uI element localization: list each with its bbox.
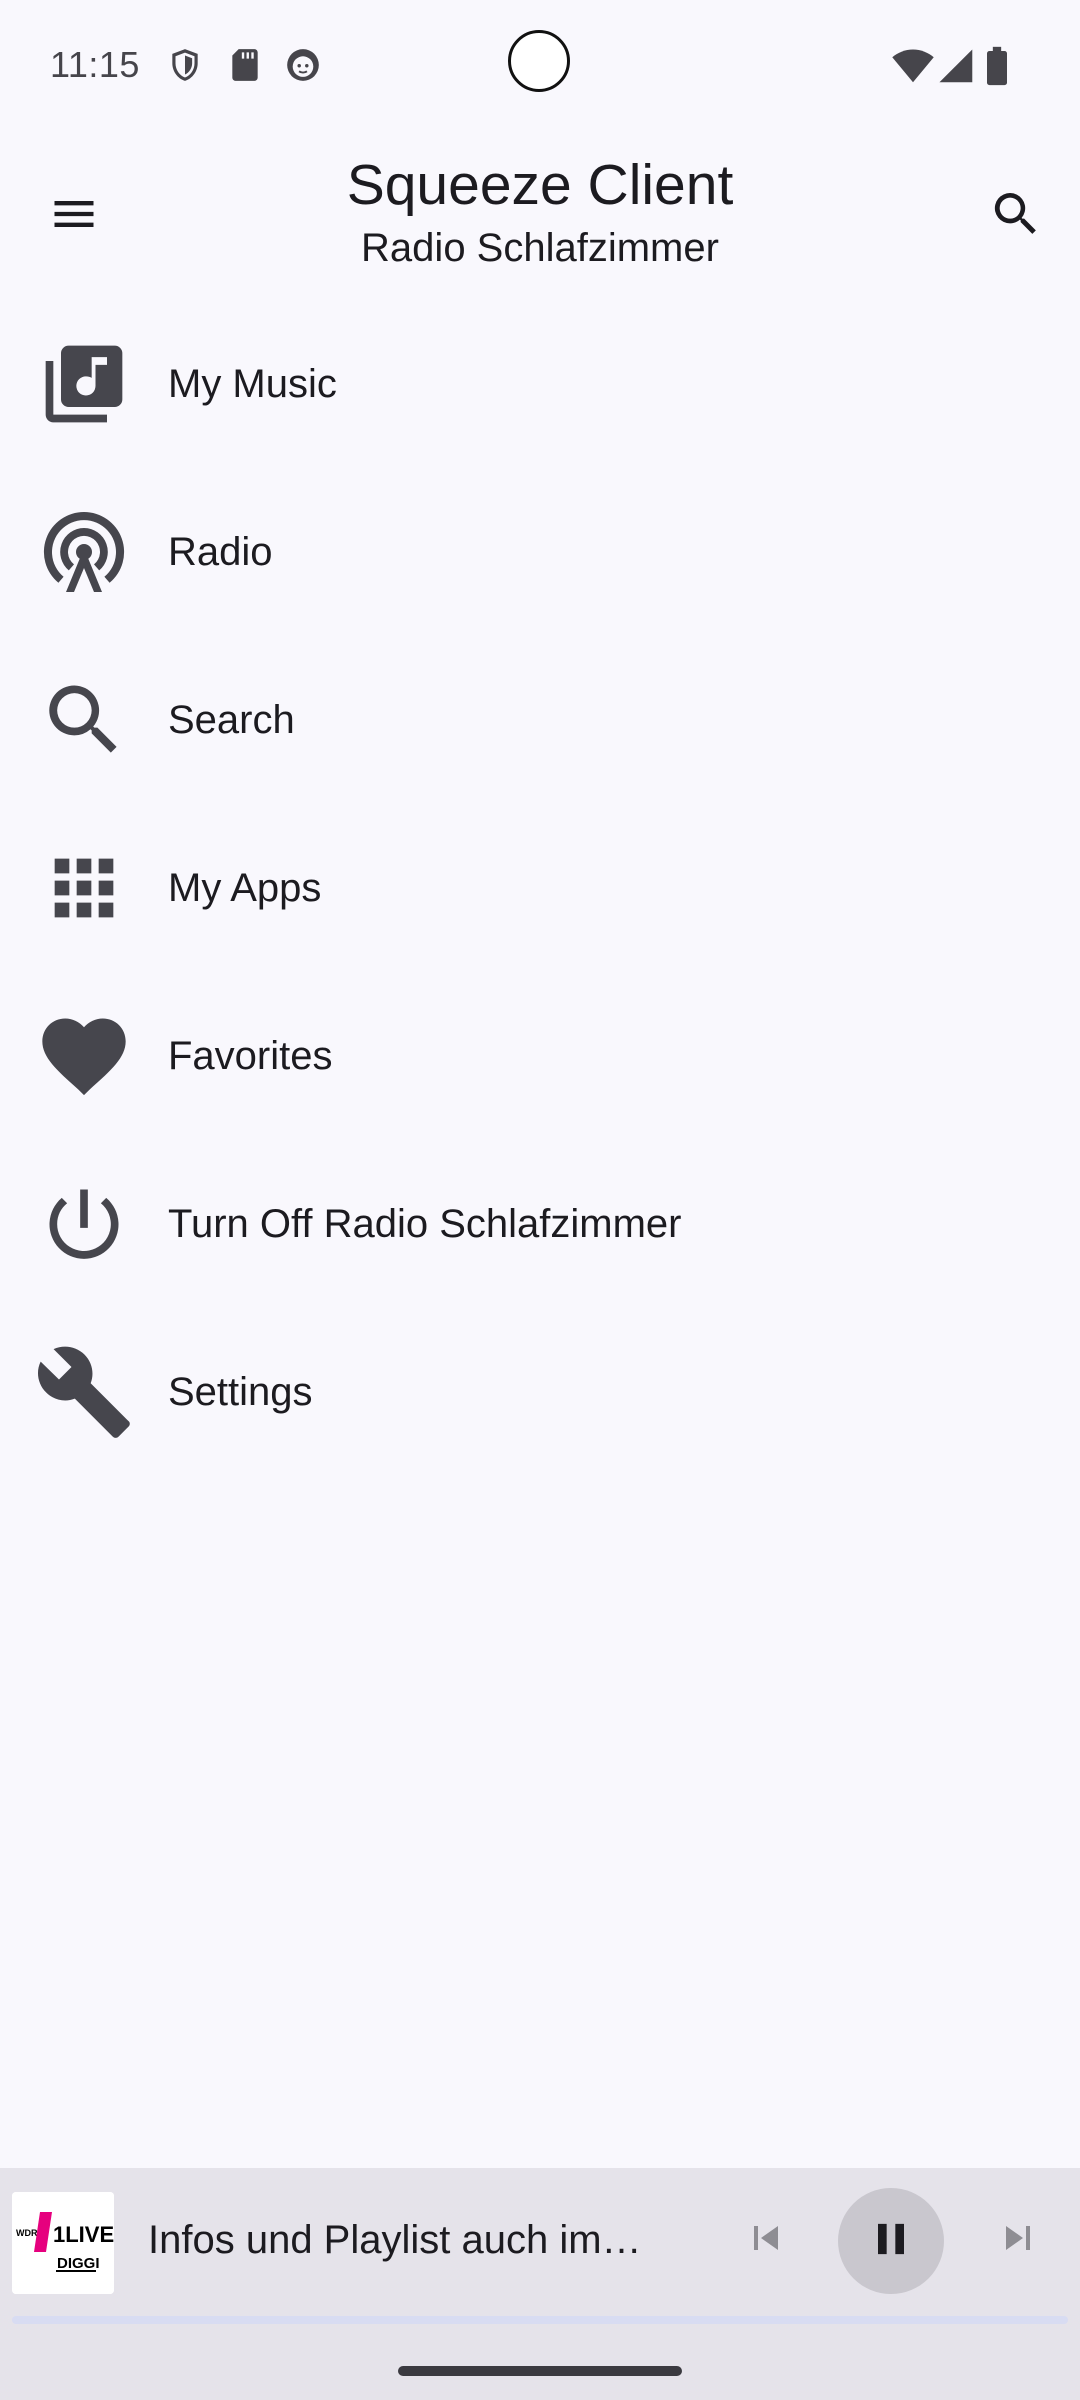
hamburger-menu-icon — [48, 188, 100, 245]
menu-item-settings[interactable]: Settings — [0, 1308, 1080, 1476]
menu-item-label: Turn Off Radio Schlafzimmer — [168, 1201, 682, 1246]
skip-next-icon — [994, 2214, 1042, 2267]
search-icon — [988, 186, 1044, 247]
radio-tower-icon — [34, 502, 134, 602]
gesture-navigation-handle[interactable] — [398, 2366, 682, 2376]
skip-previous-icon — [742, 2214, 790, 2267]
wrench-icon — [34, 1342, 134, 1442]
wifi-icon — [892, 46, 934, 84]
album-art[interactable]: WDR 1LIVE DIGGI — [12, 2192, 114, 2294]
search-icon — [34, 670, 134, 770]
app-title: Squeeze Client — [346, 153, 734, 217]
menu-item-label: Radio — [168, 529, 273, 574]
playback-progress-bar[interactable] — [12, 2316, 1068, 2324]
next-track-button[interactable] — [982, 2204, 1054, 2276]
app-bar: Squeeze Client Radio Schlafzimmer — [0, 130, 1080, 290]
power-icon — [34, 1174, 134, 1274]
music-library-icon — [34, 334, 134, 434]
apps-grid-icon — [34, 838, 134, 938]
menu-item-my-apps[interactable]: My Apps — [0, 804, 1080, 972]
shield-icon — [166, 46, 204, 84]
menu-item-radio[interactable]: Radio — [0, 468, 1080, 636]
status-bar: 11:15 — [0, 0, 1080, 130]
face-icon — [284, 46, 322, 84]
now-playing-bar[interactable]: WDR 1LIVE DIGGI Infos und Playlist auch … — [0, 2168, 1080, 2400]
album-art-brand: WDR — [16, 2228, 38, 2238]
heart-icon — [34, 1006, 134, 1106]
battery-icon — [982, 46, 1012, 86]
menu-item-turn-off[interactable]: Turn Off Radio Schlafzimmer — [0, 1140, 1080, 1308]
previous-track-button[interactable] — [730, 2204, 802, 2276]
home-menu-list: My Music Radio Search My Apps Favorites … — [0, 300, 1080, 1476]
camera-cutout — [508, 30, 570, 92]
signal-icon — [934, 46, 976, 84]
menu-item-search[interactable]: Search — [0, 636, 1080, 804]
app-bar-titles: Squeeze Client Radio Schlafzimmer — [200, 150, 880, 274]
menu-item-label: Search — [168, 697, 295, 742]
album-art-station: 1LIVE — [53, 2222, 114, 2247]
pause-icon — [865, 2213, 917, 2270]
status-time: 11:15 — [50, 44, 140, 85]
sd-card-icon — [226, 46, 264, 84]
now-playing-title[interactable]: Infos und Playlist auch im… — [148, 2218, 678, 2263]
navigation-menu-button[interactable] — [38, 180, 110, 252]
player-name: Radio Schlafzimmer — [361, 226, 719, 270]
album-art-sub: DIGGI — [57, 2255, 100, 2272]
pause-button[interactable] — [838, 2188, 944, 2294]
menu-item-favorites[interactable]: Favorites — [0, 972, 1080, 1140]
menu-item-label: My Music — [168, 361, 337, 406]
menu-item-label: My Apps — [168, 865, 322, 910]
menu-item-my-music[interactable]: My Music — [0, 300, 1080, 468]
search-button[interactable] — [980, 180, 1052, 252]
menu-item-label: Favorites — [168, 1033, 333, 1078]
menu-item-label: Settings — [168, 1369, 313, 1414]
